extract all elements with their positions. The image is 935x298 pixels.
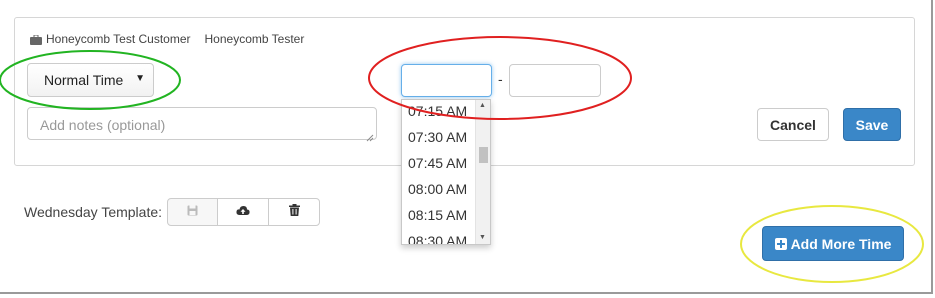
resize-grip-icon[interactable]: [366, 129, 374, 142]
time-range-separator: -: [498, 71, 503, 87]
caret-down-icon: ▼: [135, 73, 145, 84]
customer-name: Honeycomb Test Customer: [46, 32, 191, 46]
time-option[interactable]: 08:30 AM: [402, 228, 476, 244]
end-time-input[interactable]: [509, 64, 601, 97]
add-more-time-button[interactable]: Add More Time: [762, 226, 904, 261]
scroll-up-arrow-icon[interactable]: ▲: [479, 102, 486, 109]
delete-template-button[interactable]: [268, 198, 320, 226]
save-button[interactable]: Save: [843, 108, 901, 141]
dropdown-scrollbar[interactable]: ▲ ▼: [475, 100, 490, 244]
save-template-button[interactable]: [167, 198, 218, 226]
cancel-button[interactable]: Cancel: [757, 108, 829, 141]
time-dropdown: 07:15 AM 07:30 AM 07:45 AM 08:00 AM 08:1…: [401, 99, 491, 245]
time-option[interactable]: 08:00 AM: [402, 176, 476, 202]
time-type-value: Normal Time: [44, 72, 124, 88]
start-time-input[interactable]: [401, 64, 492, 97]
template-label: Wednesday Template:: [24, 204, 163, 220]
time-option[interactable]: 07:30 AM: [402, 124, 476, 150]
time-type-select[interactable]: Normal Time ▼: [27, 63, 154, 97]
load-template-button[interactable]: [217, 198, 269, 226]
cloud-upload-icon: [236, 203, 250, 221]
time-option[interactable]: 07:45 AM: [402, 150, 476, 176]
save-icon: [187, 203, 198, 221]
customer-row: Honeycomb Test Customer Honeycomb Tester: [30, 31, 304, 47]
trash-icon: [288, 203, 300, 221]
scrollbar-thumb[interactable]: [479, 147, 488, 163]
scroll-down-arrow-icon[interactable]: ▼: [479, 234, 486, 241]
template-button-group: [167, 198, 320, 226]
time-option[interactable]: 07:15 AM: [402, 100, 476, 124]
briefcase-icon: [30, 34, 42, 45]
time-option[interactable]: 08:15 AM: [402, 202, 476, 228]
plus-square-icon: [774, 237, 787, 250]
time-dropdown-list: 07:15 AM 07:30 AM 07:45 AM 08:00 AM 08:1…: [402, 100, 476, 244]
tester-name: Honeycomb Tester: [204, 32, 305, 46]
notes-textarea[interactable]: Add notes (optional): [27, 107, 377, 142]
add-more-time-label: Add More Time: [790, 235, 892, 252]
notes-placeholder: Add notes (optional): [40, 117, 166, 133]
